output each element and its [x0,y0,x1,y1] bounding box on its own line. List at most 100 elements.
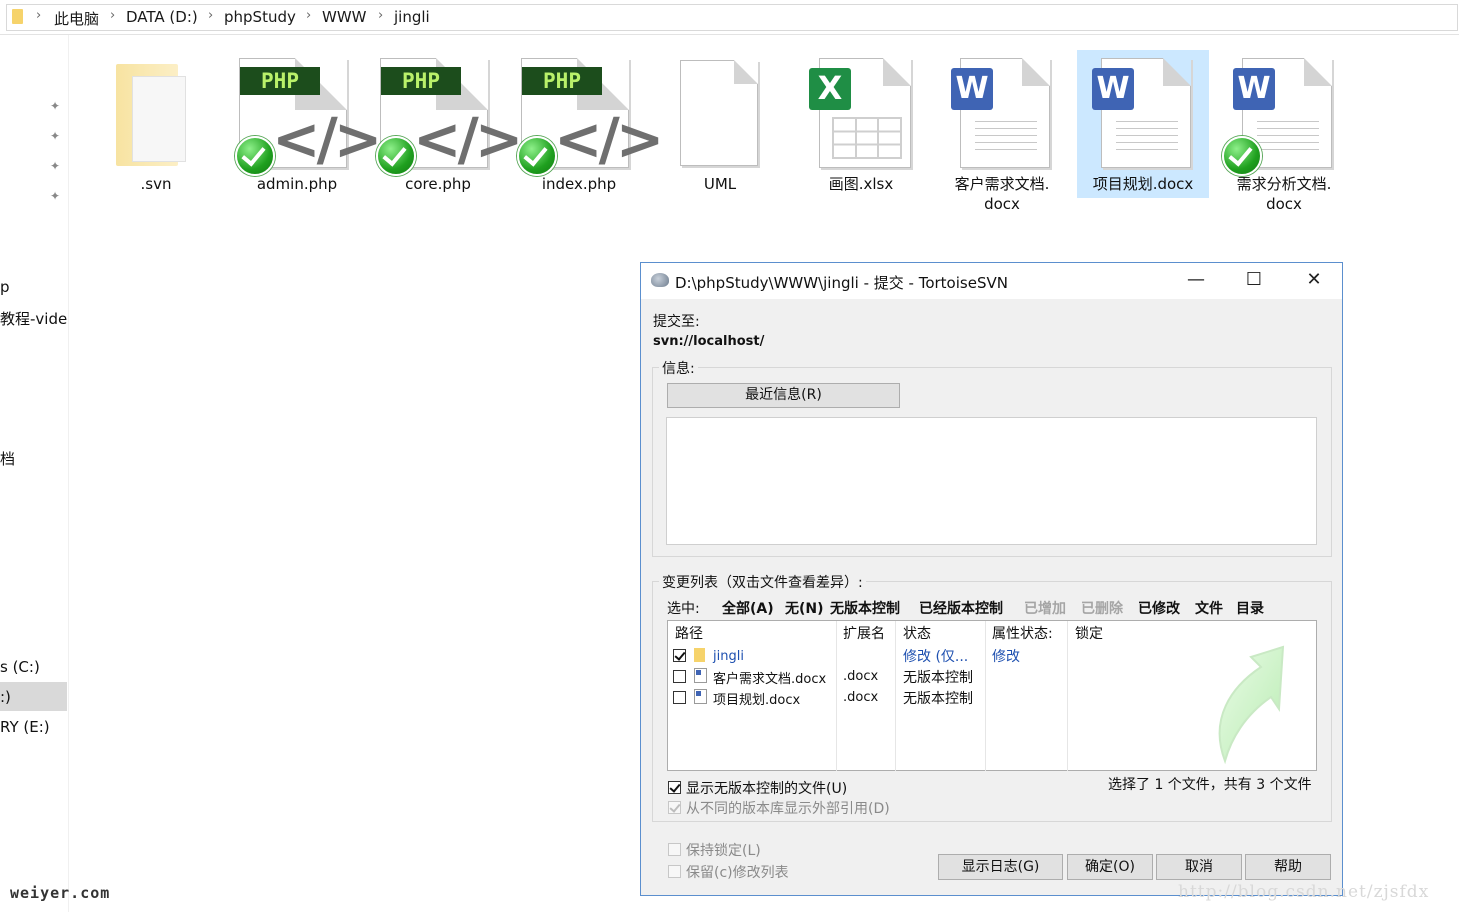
file-item-uml[interactable]: UML [654,50,786,198]
message-group-title: 信息: [659,358,698,378]
file-item-customer-requirements-docx[interactable]: W 客户需求文档. docx [936,50,1068,213]
address-bar[interactable]: › 此电脑 › DATA (D:) › phpStudy › WWW › jin… [0,0,1459,35]
select-added-link: 已增加 [1024,601,1066,617]
minimize-icon[interactable]: — [1173,269,1219,293]
commit-dialog[interactable]: D:\phpStudy\WWW\jingli - 提交 - TortoiseSV… [640,262,1343,896]
file-item-admin-php[interactable]: PHP </> admin.php [231,50,382,198]
php-badge: PHP [381,67,461,95]
show-unversioned-checkbox[interactable] [668,781,681,794]
select-unversioned-link[interactable]: 无版本控制 [830,598,900,618]
wps-writer-badge-icon: W [951,68,993,110]
selection-summary: 选择了 1 个文件，共有 3 个文件 [1108,777,1312,793]
keep-changelist-label[interactable]: 保留(c)修改列表 [686,862,789,882]
excel-badge-icon: X [809,68,851,110]
chevron-right-icon[interactable]: › [208,8,213,23]
select-deleted-link: 已删除 [1081,601,1123,617]
pin-icon[interactable]: ✦ [50,189,62,203]
keep-changelist-checkbox[interactable] [668,865,681,878]
navigation-pane[interactable]: ✦ ✦ ✦ ✦ p 教程-vide 档 s (C:) :) RY (E:) [0,35,69,912]
row-checkbox[interactable] [673,649,686,662]
keep-locks-checkbox[interactable] [668,843,681,856]
show-unversioned-label[interactable]: 显示无版本控制的文件(U) [686,778,847,798]
file-item-index-php[interactable]: PHP </> index.php [513,50,664,198]
nav-item[interactable]: p [0,278,10,296]
svn-synced-check-icon [1222,136,1262,176]
column-property-status[interactable]: 属性状态: [992,623,1053,643]
chevron-right-icon[interactable]: › [378,8,383,23]
cancel-button[interactable]: 取消 [1156,854,1242,880]
php-badge: PHP [522,67,602,95]
select-all-link[interactable]: 全部(A) [722,598,774,618]
wps-writer-badge-icon: W [1092,68,1134,110]
nav-item-c-drive[interactable]: s (C:) [0,658,40,676]
column-lock[interactable]: 锁定 [1075,623,1103,643]
row-path[interactable]: 客户需求文档.docx [713,668,826,687]
row-checkbox[interactable] [673,670,686,683]
dialog-title: D:\phpStudy\WWW\jingli - 提交 - TortoiseSV… [675,274,1008,292]
row-path[interactable]: jingli [713,649,744,664]
blank-file-icon [680,60,758,166]
select-versioned-link[interactable]: 已经版本控制 [919,598,1003,618]
nav-item-d-drive[interactable]: :) [0,688,11,706]
watermark-right: http://blog.csdn.net/zjsfdx [1178,882,1430,902]
pin-icon[interactable]: ✦ [50,129,62,143]
select-none-link[interactable]: 无(N) [785,598,824,618]
message-textarea[interactable] [666,417,1317,545]
svn-synced-check-icon [376,136,416,176]
folder-page [132,76,186,162]
row-checkbox[interactable] [673,691,686,704]
file-name: 需求分析文档. docx [1236,175,1332,213]
wps-file-small-icon [694,668,707,683]
breadcrumb-item-phpstudy[interactable]: phpStudy [224,8,296,26]
close-icon[interactable]: ✕ [1291,269,1337,293]
file-name: core.php [405,175,471,193]
select-modified-link[interactable]: 已修改 [1138,598,1180,618]
help-button[interactable]: 帮助 [1245,854,1331,880]
chevron-right-icon[interactable]: › [306,8,311,23]
column-extension[interactable]: 扩展名 [843,623,885,643]
chevron-right-icon[interactable]: › [36,8,41,23]
code-icon: </> [554,105,664,173]
show-log-button[interactable]: 显示日志(G) [938,854,1063,880]
column-status[interactable]: 状态 [903,623,931,643]
breadcrumb-item-jingli[interactable]: jingli [394,8,430,26]
select-directories-link[interactable]: 目录 [1236,598,1264,618]
row-extension: .docx [843,690,879,705]
nav-item[interactable]: 档 [0,448,15,469]
show-externals-label: 从不同的版本库显示外部引用(D) [686,801,890,817]
spreadsheet-grid [832,117,902,159]
file-name: UML [703,175,737,193]
select-files-link[interactable]: 文件 [1195,598,1223,618]
file-item-svn-folder[interactable]: .svn [90,50,222,198]
column-path[interactable]: 路径 [675,623,703,643]
file-name: index.php [541,175,617,193]
svn-synced-check-icon [235,136,275,176]
file-name: admin.php [256,175,338,193]
file-item-project-plan-docx[interactable]: W 项目规划.docx [1077,50,1209,198]
file-item-core-php[interactable]: PHP </> core.php [372,50,523,198]
file-name: 画图.xlsx [828,175,894,193]
row-status: 无版本控制 [903,670,973,686]
select-label: 选中: [667,601,700,617]
chevron-right-icon[interactable]: › [110,8,115,23]
nav-item[interactable]: 教程-vide [0,308,67,329]
tortoise-icon [651,273,669,287]
pin-icon[interactable]: ✦ [50,99,62,113]
keep-locks-label[interactable]: 保持锁定(L) [686,840,761,860]
pin-icon[interactable]: ✦ [50,159,62,173]
file-item-requirements-analysis-docx[interactable]: W 需求分析文档. docx [1218,50,1350,213]
folder-icon [12,9,23,24]
recent-messages-button[interactable]: 最近信息(R) [667,383,900,408]
file-name: 客户需求文档. docx [954,175,1050,213]
maximize-icon[interactable]: ☐ [1231,269,1277,293]
row-path[interactable]: 项目规划.docx [713,689,800,708]
ok-button[interactable]: 确定(O) [1067,854,1153,880]
svn-synced-check-icon [517,136,557,176]
breadcrumb-item-this-pc[interactable]: 此电脑 [54,8,99,29]
dialog-titlebar[interactable]: D:\phpStudy\WWW\jingli - 提交 - TortoiseSV… [641,263,1342,299]
commit-arrow-icon [1218,645,1285,765]
breadcrumb-item-data-drive[interactable]: DATA (D:) [126,8,198,26]
nav-item-e-drive[interactable]: RY (E:) [0,718,50,736]
file-item-drawing-xlsx[interactable]: X 画图.xlsx [795,50,927,198]
breadcrumb-item-www[interactable]: WWW [322,8,367,26]
